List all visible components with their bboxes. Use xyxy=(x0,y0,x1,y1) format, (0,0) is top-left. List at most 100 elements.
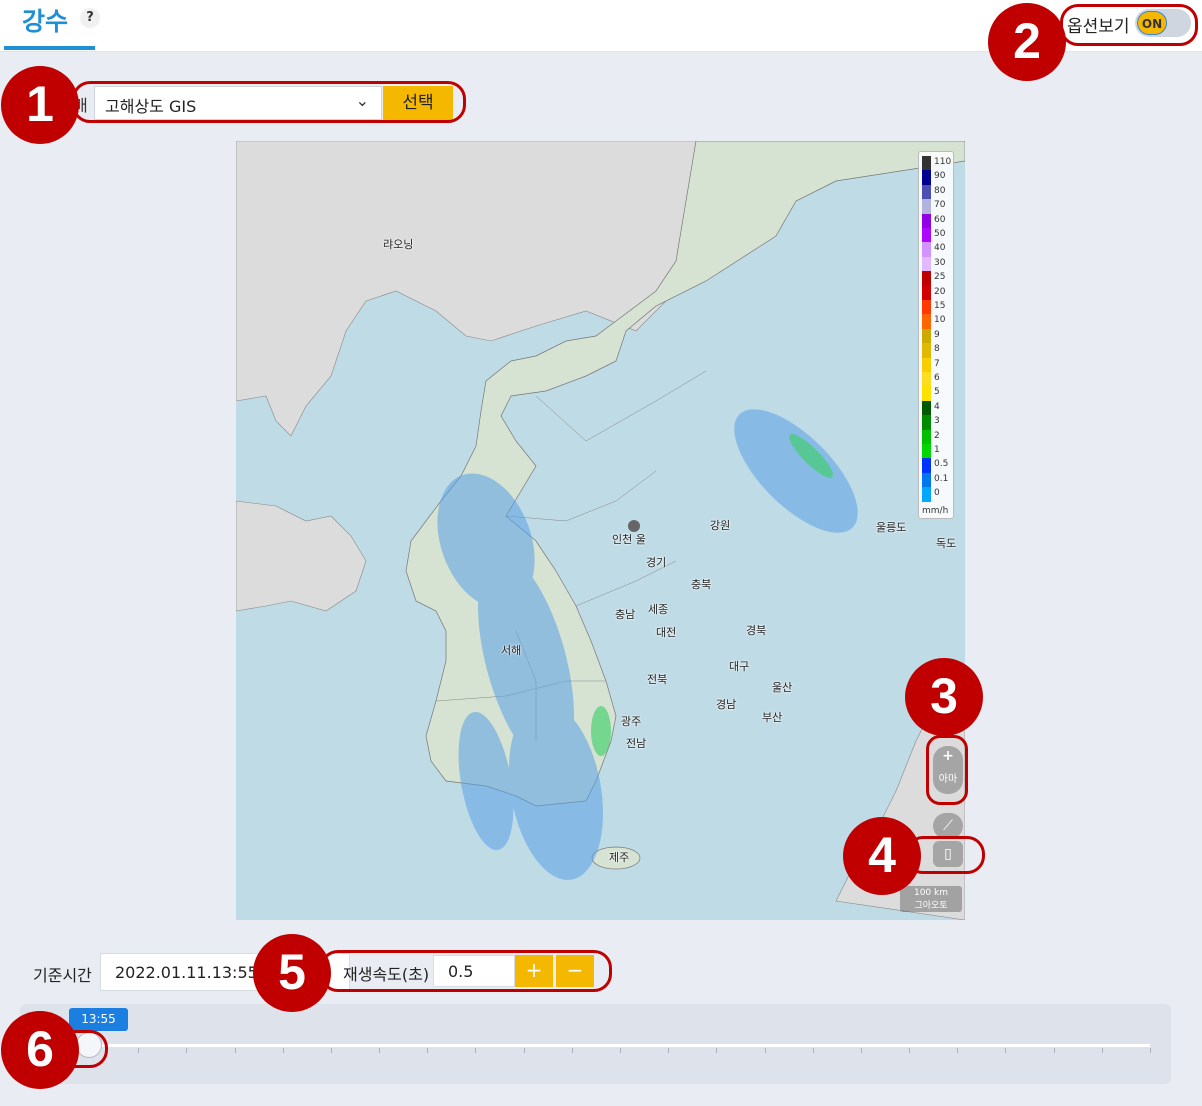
map-label-chungnam: 충남 xyxy=(615,608,636,621)
annotation-badge-4: 4 xyxy=(843,817,921,895)
legend-row: 9 xyxy=(922,328,954,344)
legend-value: 25 xyxy=(934,272,946,283)
time-slider-tooltip: 13:55 xyxy=(69,1008,128,1031)
legend-row: 30 xyxy=(922,256,954,272)
legend-value: 4 xyxy=(934,401,940,412)
slider-tick xyxy=(571,1048,573,1053)
legend-value: 0.5 xyxy=(934,459,949,470)
slider-tick xyxy=(234,1048,236,1053)
map-label-gwangju: 광주 xyxy=(621,715,642,728)
radar-map[interactable]: 랴오닝 인천 울 경기 강원 충북 충남 세종 대전 경북 서해 전북 대구 울… xyxy=(236,141,965,920)
legend-value: 15 xyxy=(934,301,946,311)
legend-row: 8 xyxy=(922,343,954,358)
map-label-daegu: 대구 xyxy=(729,660,750,673)
legend-row: 4 xyxy=(922,400,954,416)
annotation-badge-6: 6 xyxy=(1,1011,79,1089)
legend-value: 3 xyxy=(934,416,940,427)
legend-row: 40 xyxy=(922,242,954,257)
map-label-jeonnam: 전남 xyxy=(626,737,647,750)
legend-value: 90 xyxy=(934,171,946,182)
slider-tick xyxy=(330,1048,332,1053)
legend-value: 5 xyxy=(934,387,940,398)
legend-swatch xyxy=(922,314,931,329)
legend-swatch xyxy=(922,228,931,243)
slider-tick xyxy=(523,1048,525,1053)
legend-swatch xyxy=(922,242,931,257)
precipitation-legend: 110 90 80 70 60 50 40 30 25 20 15 10 9 8 7 6 5 4 3 2 1 0.5 0.1… xyxy=(918,151,954,519)
legend-row: 110 xyxy=(922,156,954,171)
legend-swatch xyxy=(922,285,931,300)
slider-tick xyxy=(957,1048,959,1053)
legend-row: 80 xyxy=(922,184,954,200)
map-label-incheon-seoul: 인천 울 xyxy=(612,533,646,546)
legend-swatch xyxy=(922,487,931,502)
legend-value: 70 xyxy=(934,200,946,211)
legend-value: 110 xyxy=(934,157,952,167)
legend-swatch xyxy=(922,458,931,473)
legend-value: 0 xyxy=(934,488,940,499)
slider-tick xyxy=(427,1048,429,1053)
legend-value: 20 xyxy=(934,286,946,297)
legend-swatch xyxy=(922,271,931,286)
legend-swatch xyxy=(922,386,931,401)
map-label-gyeonggi: 경기 xyxy=(646,556,667,569)
legend-row: 0.5 xyxy=(922,458,954,473)
map-label-gangwon: 강원 xyxy=(710,519,731,532)
legend-value: 6 xyxy=(934,373,940,383)
legend-swatch xyxy=(922,429,931,444)
time-slider-track[interactable] xyxy=(90,1044,1151,1053)
map-label-laoning: 랴오닝 xyxy=(383,238,414,251)
map-label-ulsan: 울산 xyxy=(772,681,793,694)
annotation-badge-5: 5 xyxy=(253,934,331,1012)
legend-value: 10 xyxy=(934,315,946,326)
legend-swatch xyxy=(922,372,931,387)
slider-tick xyxy=(716,1048,718,1053)
page-title: 강수 xyxy=(22,7,69,36)
slider-tick xyxy=(282,1048,284,1053)
scale-bar-sub: 그아오토 xyxy=(914,901,948,911)
slider-tick xyxy=(1005,1048,1007,1053)
slider-tick xyxy=(1150,1048,1151,1053)
slider-tick xyxy=(764,1048,766,1053)
map-basemap xyxy=(236,141,965,920)
legend-swatch xyxy=(922,357,931,372)
slider-tick xyxy=(186,1048,188,1053)
legend-swatch xyxy=(922,256,931,272)
legend-swatch xyxy=(922,328,931,344)
help-icon[interactable]: ? xyxy=(80,8,100,28)
scale-bar: 100 km 그아오토 xyxy=(900,886,962,912)
map-label-seohae: 서해 xyxy=(501,644,522,657)
legend-swatch xyxy=(922,156,931,171)
map-label-busan: 부산 xyxy=(762,711,783,724)
legend-value: 50 xyxy=(934,229,946,239)
legend-row: 0.1 xyxy=(922,472,954,488)
legend-row: 5 xyxy=(922,386,954,401)
legend-swatch xyxy=(922,343,931,358)
legend-swatch xyxy=(922,300,931,315)
annotation-outline-3 xyxy=(926,735,968,805)
slider-tick xyxy=(909,1048,911,1053)
legend-value: 60 xyxy=(934,214,946,225)
legend-row: 3 xyxy=(922,415,954,430)
legend-row: 60 xyxy=(922,213,954,228)
map-label-sejong: 세종 xyxy=(648,603,669,616)
legend-value: 1 xyxy=(934,445,940,455)
annotation-outline-1 xyxy=(72,81,466,123)
map-label-jeju: 제주 xyxy=(609,851,630,864)
legend-value: 8 xyxy=(934,344,940,355)
legend-value: 80 xyxy=(934,185,946,196)
slider-tick xyxy=(1053,1048,1055,1053)
legend-value: 9 xyxy=(934,329,940,340)
legend-row: 90 xyxy=(922,170,954,185)
legend-row: 50 xyxy=(922,228,954,243)
map-label-dokdo: 독도 xyxy=(936,537,957,550)
legend-row: 0 xyxy=(922,487,954,502)
base-time-label: 기준시간 xyxy=(33,966,92,985)
annotation-outline-2 xyxy=(1060,4,1198,46)
map-label-gyeongbuk: 경북 xyxy=(746,624,767,637)
slider-tick xyxy=(1101,1048,1103,1053)
slider-tick xyxy=(812,1048,814,1053)
map-label-ulleungdo: 울릉도 xyxy=(876,521,907,534)
legend-value: 2 xyxy=(934,430,940,441)
legend-swatch xyxy=(922,444,931,459)
